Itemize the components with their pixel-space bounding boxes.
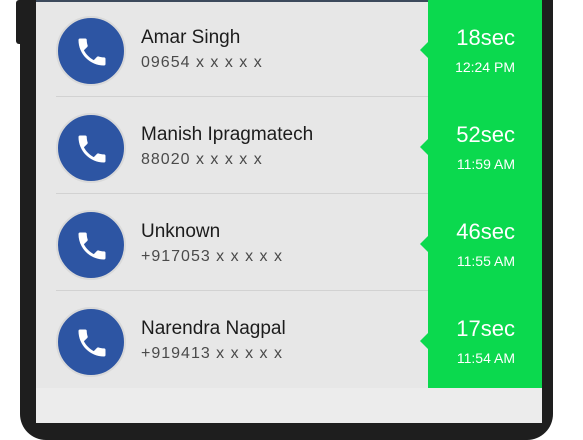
- call-duration-panel: 52sec 11:59 AM: [420, 97, 542, 194]
- call-duration-panel: 18sec 12:24 PM: [420, 0, 542, 97]
- bottom-bar: [36, 388, 542, 423]
- caller-avatar: [56, 210, 126, 280]
- caller-number: +919413 x x x x x: [141, 345, 283, 362]
- phone-handset-icon: [78, 135, 106, 163]
- caller-avatar: [56, 16, 126, 86]
- caller-number: 88020 x x x x x: [141, 151, 263, 168]
- caller-number: +917053 x x x x x: [141, 248, 283, 265]
- phone-handset-icon: [78, 329, 106, 357]
- call-time: 11:55 AM: [456, 253, 515, 269]
- call-log-item[interactable]: Narendra Nagpal +919413 x x x x x 17sec …: [36, 291, 542, 388]
- call-duration-panel: 17sec 11:54 AM: [420, 291, 542, 388]
- caller-avatar: [56, 113, 126, 183]
- phone-handset-icon: [78, 38, 106, 66]
- caller-number: 09654 x x x x x: [141, 54, 263, 71]
- panel-notch: [420, 42, 428, 58]
- panel-notch: [420, 333, 428, 349]
- caller-name: Amar Singh: [141, 27, 241, 48]
- call-duration: 17sec: [456, 316, 515, 341]
- call-time: 11:59 AM: [456, 156, 515, 172]
- call-time: 12:24 PM: [455, 59, 515, 75]
- call-duration: 52sec: [456, 122, 515, 147]
- call-log-screen: Amar Singh 09654 x x x x x 18sec 12:24 P…: [36, 0, 542, 423]
- panel-notch: [420, 236, 428, 252]
- call-duration: 46sec: [456, 219, 515, 244]
- call-log-item[interactable]: Amar Singh 09654 x x x x x 18sec 12:24 P…: [36, 0, 542, 97]
- caller-name: Manish Ipragmatech: [141, 124, 314, 145]
- call-duration-panel: 46sec 11:55 AM: [420, 194, 542, 291]
- call-log-list: Amar Singh 09654 x x x x x 18sec 12:24 P…: [36, 0, 542, 388]
- phone-handset-icon: [78, 232, 106, 260]
- call-time: 11:54 AM: [456, 350, 515, 366]
- call-log-item[interactable]: Manish Ipragmatech 88020 x x x x x 52sec…: [36, 97, 542, 194]
- caller-avatar: [56, 307, 126, 377]
- caller-name: Narendra Nagpal: [141, 318, 286, 339]
- panel-notch: [420, 139, 428, 155]
- phone-side-button: [16, 0, 24, 44]
- caller-name: Unknown: [141, 221, 221, 242]
- call-log-item[interactable]: Unknown +917053 x x x x x 46sec 11:55 AM: [36, 194, 542, 291]
- call-duration: 18sec: [456, 25, 515, 50]
